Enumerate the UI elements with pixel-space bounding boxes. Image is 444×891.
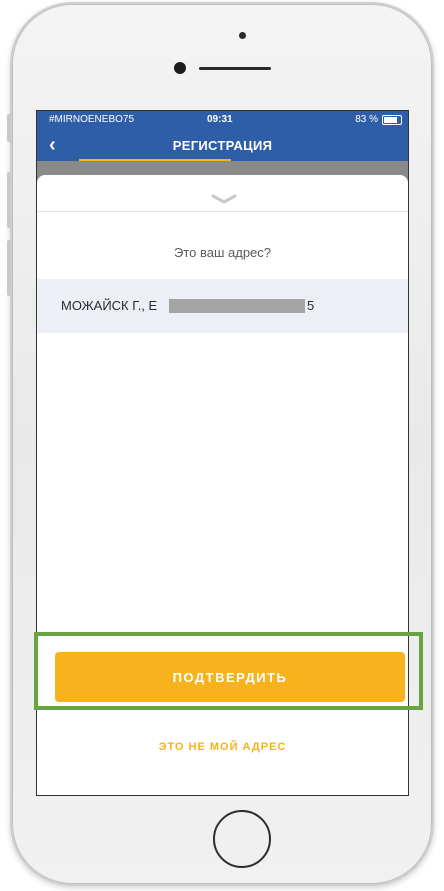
redacted-block xyxy=(169,299,305,313)
not-my-address-link[interactable]: ЭТО НЕ МОЙ АДРЕС xyxy=(37,741,408,753)
battery-percent: 83 % xyxy=(355,114,378,125)
clock: 09:31 xyxy=(207,114,233,125)
home-button[interactable] xyxy=(213,810,271,868)
address-suffix: 5 xyxy=(307,298,315,313)
volume-down-button xyxy=(7,240,11,296)
front-camera xyxy=(174,62,186,74)
divider xyxy=(37,211,408,212)
address-row: МОЖАЙСК Г., Е 5 xyxy=(37,279,408,333)
status-bar: #MIRNOENEBO75 09:31 83 % xyxy=(37,111,408,129)
tab-underline xyxy=(79,159,231,161)
volume-up-button xyxy=(7,172,11,228)
question-text: Это ваш адрес? xyxy=(173,245,272,260)
battery-icon xyxy=(382,115,402,125)
page-title: РЕГИСТРАЦИЯ xyxy=(172,138,273,153)
address-text: МОЖАЙСК Г., Е xyxy=(61,298,158,313)
sensor-dot xyxy=(239,32,246,39)
nav-bar: ‹ РЕГИСТРАЦИЯ xyxy=(37,129,408,161)
mute-switch xyxy=(7,114,11,142)
highlight-frame xyxy=(34,632,423,710)
chevron-down-icon[interactable] xyxy=(211,193,237,205)
carrier-label: #MIRNOENEBO75 xyxy=(49,114,135,125)
earpiece-speaker xyxy=(199,67,271,70)
